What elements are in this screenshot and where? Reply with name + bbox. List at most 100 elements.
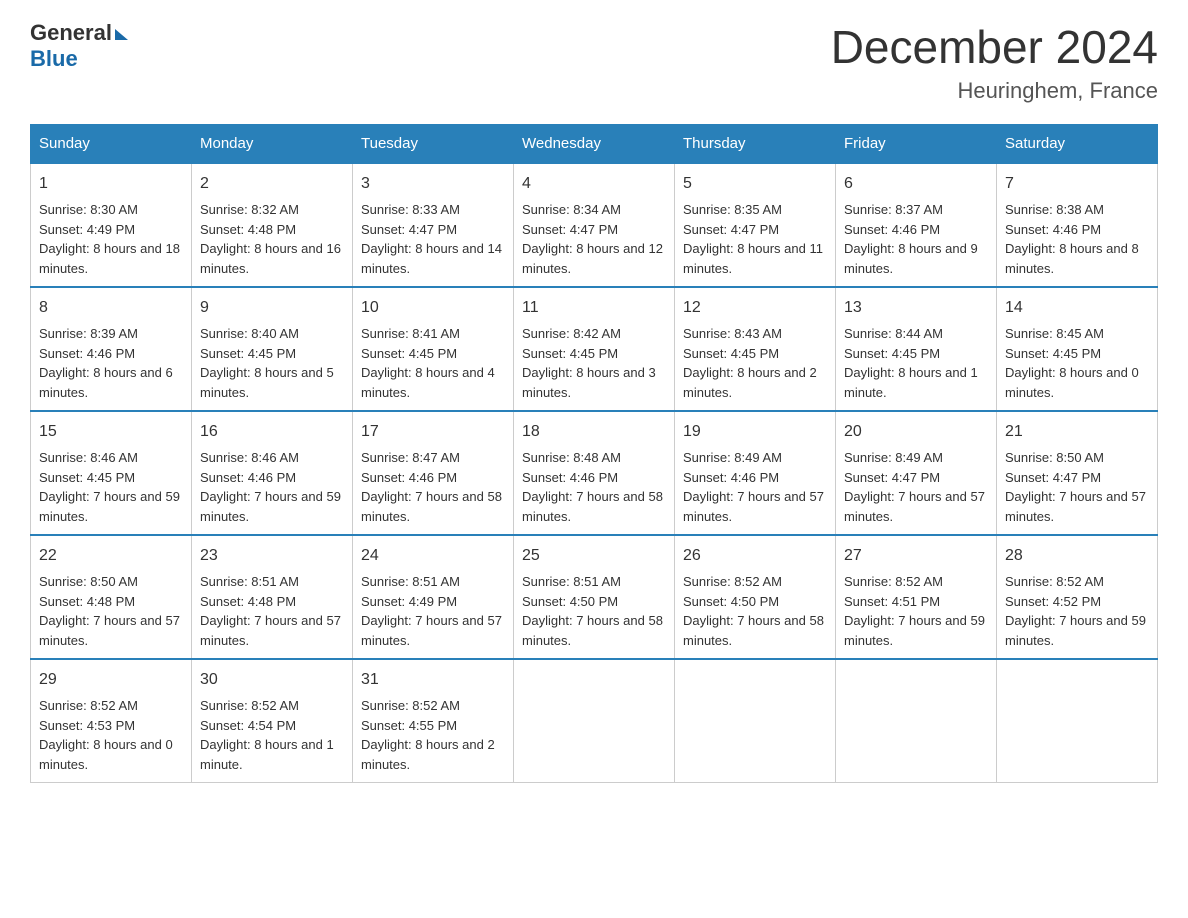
day-number: 7 bbox=[1005, 172, 1149, 196]
day-number: 18 bbox=[522, 420, 666, 444]
day-number: 12 bbox=[683, 296, 827, 320]
logo-arrow-icon bbox=[115, 29, 128, 40]
table-row bbox=[836, 659, 997, 783]
day-info: Sunrise: 8:49 AMSunset: 4:47 PMDaylight:… bbox=[844, 450, 985, 524]
day-info: Sunrise: 8:47 AMSunset: 4:46 PMDaylight:… bbox=[361, 450, 502, 524]
week-row: 1 Sunrise: 8:30 AMSunset: 4:49 PMDayligh… bbox=[31, 163, 1158, 287]
day-number: 16 bbox=[200, 420, 344, 444]
col-tuesday: Tuesday bbox=[353, 125, 514, 164]
col-sunday: Sunday bbox=[31, 125, 192, 164]
day-info: Sunrise: 8:41 AMSunset: 4:45 PMDaylight:… bbox=[361, 326, 495, 400]
day-info: Sunrise: 8:52 AMSunset: 4:53 PMDaylight:… bbox=[39, 698, 173, 772]
day-number: 11 bbox=[522, 296, 666, 320]
table-row: 2 Sunrise: 8:32 AMSunset: 4:48 PMDayligh… bbox=[192, 163, 353, 287]
table-row: 18 Sunrise: 8:48 AMSunset: 4:46 PMDaylig… bbox=[514, 411, 675, 535]
table-row: 28 Sunrise: 8:52 AMSunset: 4:52 PMDaylig… bbox=[997, 535, 1158, 659]
day-number: 1 bbox=[39, 172, 183, 196]
table-row: 11 Sunrise: 8:42 AMSunset: 4:45 PMDaylig… bbox=[514, 287, 675, 411]
table-row: 7 Sunrise: 8:38 AMSunset: 4:46 PMDayligh… bbox=[997, 163, 1158, 287]
day-number: 20 bbox=[844, 420, 988, 444]
day-number: 24 bbox=[361, 544, 505, 568]
day-info: Sunrise: 8:51 AMSunset: 4:50 PMDaylight:… bbox=[522, 574, 663, 648]
day-info: Sunrise: 8:51 AMSunset: 4:48 PMDaylight:… bbox=[200, 574, 341, 648]
table-row: 15 Sunrise: 8:46 AMSunset: 4:45 PMDaylig… bbox=[31, 411, 192, 535]
table-row: 6 Sunrise: 8:37 AMSunset: 4:46 PMDayligh… bbox=[836, 163, 997, 287]
month-title: December 2024 bbox=[831, 20, 1158, 74]
day-info: Sunrise: 8:38 AMSunset: 4:46 PMDaylight:… bbox=[1005, 202, 1139, 276]
logo-general-text: General bbox=[30, 20, 112, 46]
table-row: 20 Sunrise: 8:49 AMSunset: 4:47 PMDaylig… bbox=[836, 411, 997, 535]
week-row: 22 Sunrise: 8:50 AMSunset: 4:48 PMDaylig… bbox=[31, 535, 1158, 659]
table-row: 12 Sunrise: 8:43 AMSunset: 4:45 PMDaylig… bbox=[675, 287, 836, 411]
day-number: 29 bbox=[39, 668, 183, 692]
day-number: 2 bbox=[200, 172, 344, 196]
day-number: 9 bbox=[200, 296, 344, 320]
day-number: 22 bbox=[39, 544, 183, 568]
week-row: 8 Sunrise: 8:39 AMSunset: 4:46 PMDayligh… bbox=[31, 287, 1158, 411]
day-info: Sunrise: 8:48 AMSunset: 4:46 PMDaylight:… bbox=[522, 450, 663, 524]
day-number: 19 bbox=[683, 420, 827, 444]
day-info: Sunrise: 8:51 AMSunset: 4:49 PMDaylight:… bbox=[361, 574, 502, 648]
day-number: 8 bbox=[39, 296, 183, 320]
day-info: Sunrise: 8:37 AMSunset: 4:46 PMDaylight:… bbox=[844, 202, 978, 276]
table-row: 31 Sunrise: 8:52 AMSunset: 4:55 PMDaylig… bbox=[353, 659, 514, 783]
day-number: 13 bbox=[844, 296, 988, 320]
day-info: Sunrise: 8:52 AMSunset: 4:55 PMDaylight:… bbox=[361, 698, 495, 772]
table-row: 13 Sunrise: 8:44 AMSunset: 4:45 PMDaylig… bbox=[836, 287, 997, 411]
day-number: 17 bbox=[361, 420, 505, 444]
day-info: Sunrise: 8:46 AMSunset: 4:45 PMDaylight:… bbox=[39, 450, 180, 524]
day-number: 15 bbox=[39, 420, 183, 444]
day-number: 10 bbox=[361, 296, 505, 320]
day-number: 27 bbox=[844, 544, 988, 568]
day-info: Sunrise: 8:34 AMSunset: 4:47 PMDaylight:… bbox=[522, 202, 663, 276]
table-row: 21 Sunrise: 8:50 AMSunset: 4:47 PMDaylig… bbox=[997, 411, 1158, 535]
day-number: 25 bbox=[522, 544, 666, 568]
logo-blue-text: Blue bbox=[30, 46, 78, 71]
table-row: 29 Sunrise: 8:52 AMSunset: 4:53 PMDaylig… bbox=[31, 659, 192, 783]
table-row: 10 Sunrise: 8:41 AMSunset: 4:45 PMDaylig… bbox=[353, 287, 514, 411]
table-row: 3 Sunrise: 8:33 AMSunset: 4:47 PMDayligh… bbox=[353, 163, 514, 287]
logo: General Blue bbox=[30, 20, 128, 72]
day-info: Sunrise: 8:50 AMSunset: 4:47 PMDaylight:… bbox=[1005, 450, 1146, 524]
week-row: 29 Sunrise: 8:52 AMSunset: 4:53 PMDaylig… bbox=[31, 659, 1158, 783]
day-number: 31 bbox=[361, 668, 505, 692]
day-info: Sunrise: 8:44 AMSunset: 4:45 PMDaylight:… bbox=[844, 326, 978, 400]
day-info: Sunrise: 8:52 AMSunset: 4:52 PMDaylight:… bbox=[1005, 574, 1146, 648]
table-row: 14 Sunrise: 8:45 AMSunset: 4:45 PMDaylig… bbox=[997, 287, 1158, 411]
day-info: Sunrise: 8:50 AMSunset: 4:48 PMDaylight:… bbox=[39, 574, 180, 648]
day-number: 21 bbox=[1005, 420, 1149, 444]
table-row bbox=[675, 659, 836, 783]
table-row: 22 Sunrise: 8:50 AMSunset: 4:48 PMDaylig… bbox=[31, 535, 192, 659]
day-number: 23 bbox=[200, 544, 344, 568]
table-row: 30 Sunrise: 8:52 AMSunset: 4:54 PMDaylig… bbox=[192, 659, 353, 783]
col-thursday: Thursday bbox=[675, 125, 836, 164]
day-info: Sunrise: 8:42 AMSunset: 4:45 PMDaylight:… bbox=[522, 326, 656, 400]
week-row: 15 Sunrise: 8:46 AMSunset: 4:45 PMDaylig… bbox=[31, 411, 1158, 535]
table-row: 17 Sunrise: 8:47 AMSunset: 4:46 PMDaylig… bbox=[353, 411, 514, 535]
col-friday: Friday bbox=[836, 125, 997, 164]
table-row bbox=[997, 659, 1158, 783]
day-info: Sunrise: 8:30 AMSunset: 4:49 PMDaylight:… bbox=[39, 202, 180, 276]
table-row bbox=[514, 659, 675, 783]
table-row: 25 Sunrise: 8:51 AMSunset: 4:50 PMDaylig… bbox=[514, 535, 675, 659]
day-number: 4 bbox=[522, 172, 666, 196]
day-number: 26 bbox=[683, 544, 827, 568]
day-number: 6 bbox=[844, 172, 988, 196]
location-label: Heuringhem, France bbox=[831, 78, 1158, 104]
day-number: 5 bbox=[683, 172, 827, 196]
table-row: 16 Sunrise: 8:46 AMSunset: 4:46 PMDaylig… bbox=[192, 411, 353, 535]
table-row: 9 Sunrise: 8:40 AMSunset: 4:45 PMDayligh… bbox=[192, 287, 353, 411]
day-info: Sunrise: 8:46 AMSunset: 4:46 PMDaylight:… bbox=[200, 450, 341, 524]
table-row: 23 Sunrise: 8:51 AMSunset: 4:48 PMDaylig… bbox=[192, 535, 353, 659]
col-monday: Monday bbox=[192, 125, 353, 164]
table-row: 1 Sunrise: 8:30 AMSunset: 4:49 PMDayligh… bbox=[31, 163, 192, 287]
day-info: Sunrise: 8:40 AMSunset: 4:45 PMDaylight:… bbox=[200, 326, 334, 400]
day-number: 28 bbox=[1005, 544, 1149, 568]
day-number: 30 bbox=[200, 668, 344, 692]
header-row: Sunday Monday Tuesday Wednesday Thursday… bbox=[31, 125, 1158, 164]
day-number: 14 bbox=[1005, 296, 1149, 320]
table-row: 24 Sunrise: 8:51 AMSunset: 4:49 PMDaylig… bbox=[353, 535, 514, 659]
table-row: 5 Sunrise: 8:35 AMSunset: 4:47 PMDayligh… bbox=[675, 163, 836, 287]
table-row: 27 Sunrise: 8:52 AMSunset: 4:51 PMDaylig… bbox=[836, 535, 997, 659]
title-area: December 2024 Heuringhem, France bbox=[831, 20, 1158, 104]
